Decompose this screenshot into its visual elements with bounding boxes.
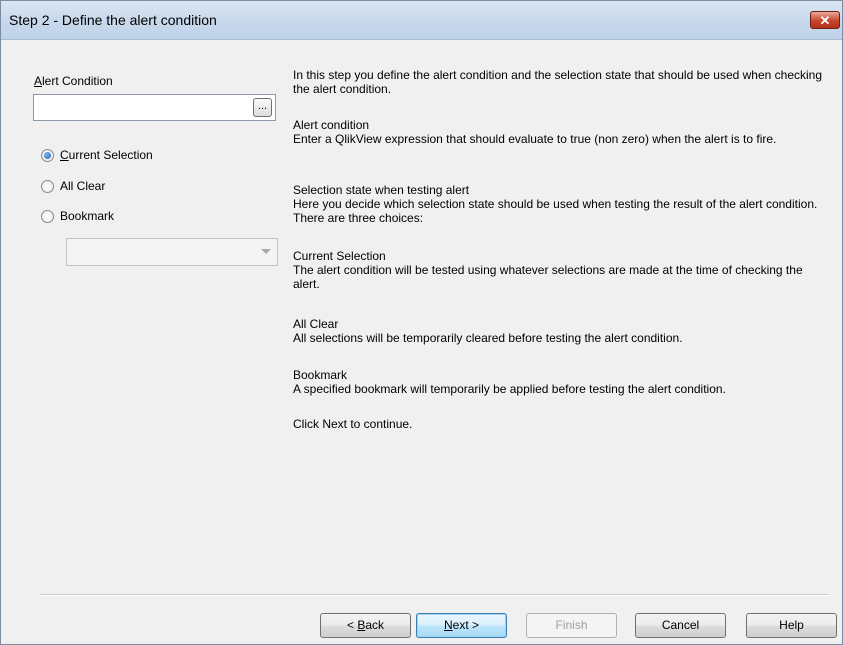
radio-unchecked-icon[interactable] xyxy=(41,179,54,193)
radio-current-selection[interactable]: Current Selection xyxy=(41,147,153,163)
all-clear-description: All selections will be temporarily clear… xyxy=(293,331,683,345)
radio-current-selection-label: Current Selection xyxy=(60,148,153,162)
current-selection-description: The alert condition will be tested using… xyxy=(293,263,803,291)
alert-condition-field[interactable]: ... xyxy=(33,94,276,121)
radio-all-clear-label: All Clear xyxy=(60,179,106,193)
ellipsis-icon: ... xyxy=(257,100,268,112)
bookmark-heading: Bookmark xyxy=(293,368,348,382)
close-button[interactable]: ✕ xyxy=(810,11,840,29)
close-icon: ✕ xyxy=(819,13,831,28)
footer-divider xyxy=(39,594,829,596)
dialog-title: Step 2 - Define the alert condition xyxy=(9,12,217,28)
alert-condition-heading: Alert condition xyxy=(293,118,370,132)
current-selection-heading: Current Selection xyxy=(293,249,386,263)
title-bar[interactable]: Step 2 - Define the alert condition ✕ xyxy=(1,1,842,40)
radio-bookmark-label: Bookmark xyxy=(60,209,115,223)
alert-condition-label: Alert Condition xyxy=(34,74,113,88)
finish-button[interactable]: Finish xyxy=(526,613,617,638)
all-clear-heading: All Clear xyxy=(293,317,339,331)
chevron-down-icon xyxy=(261,249,271,254)
expression-editor-button[interactable]: ... xyxy=(253,98,272,117)
help-button[interactable]: Help xyxy=(746,613,837,638)
cancel-button[interactable]: Cancel xyxy=(635,613,726,638)
radio-all-clear[interactable]: All Clear xyxy=(41,178,105,194)
intro-text: In this step you define the alert condit… xyxy=(293,68,823,96)
next-button[interactable]: Next > xyxy=(416,613,507,638)
bookmark-select[interactable] xyxy=(66,238,278,266)
radio-checked-icon[interactable] xyxy=(41,148,54,162)
radio-bookmark[interactable]: Bookmark xyxy=(41,208,114,224)
alert-condition-description: Enter a QlikView expression that should … xyxy=(293,132,777,146)
back-button[interactable]: < Back xyxy=(320,613,411,638)
radio-unchecked-icon[interactable] xyxy=(41,209,54,223)
wizard-dialog: Step 2 - Define the alert condition ✕ Al… xyxy=(0,0,843,645)
continue-instruction: Click Next to continue. xyxy=(293,417,413,431)
selection-state-heading: Selection state when testing alert xyxy=(293,183,470,197)
selection-state-description: Here you decide which selection state sh… xyxy=(293,197,818,225)
bookmark-description: A specified bookmark will temporarily be… xyxy=(293,382,726,396)
